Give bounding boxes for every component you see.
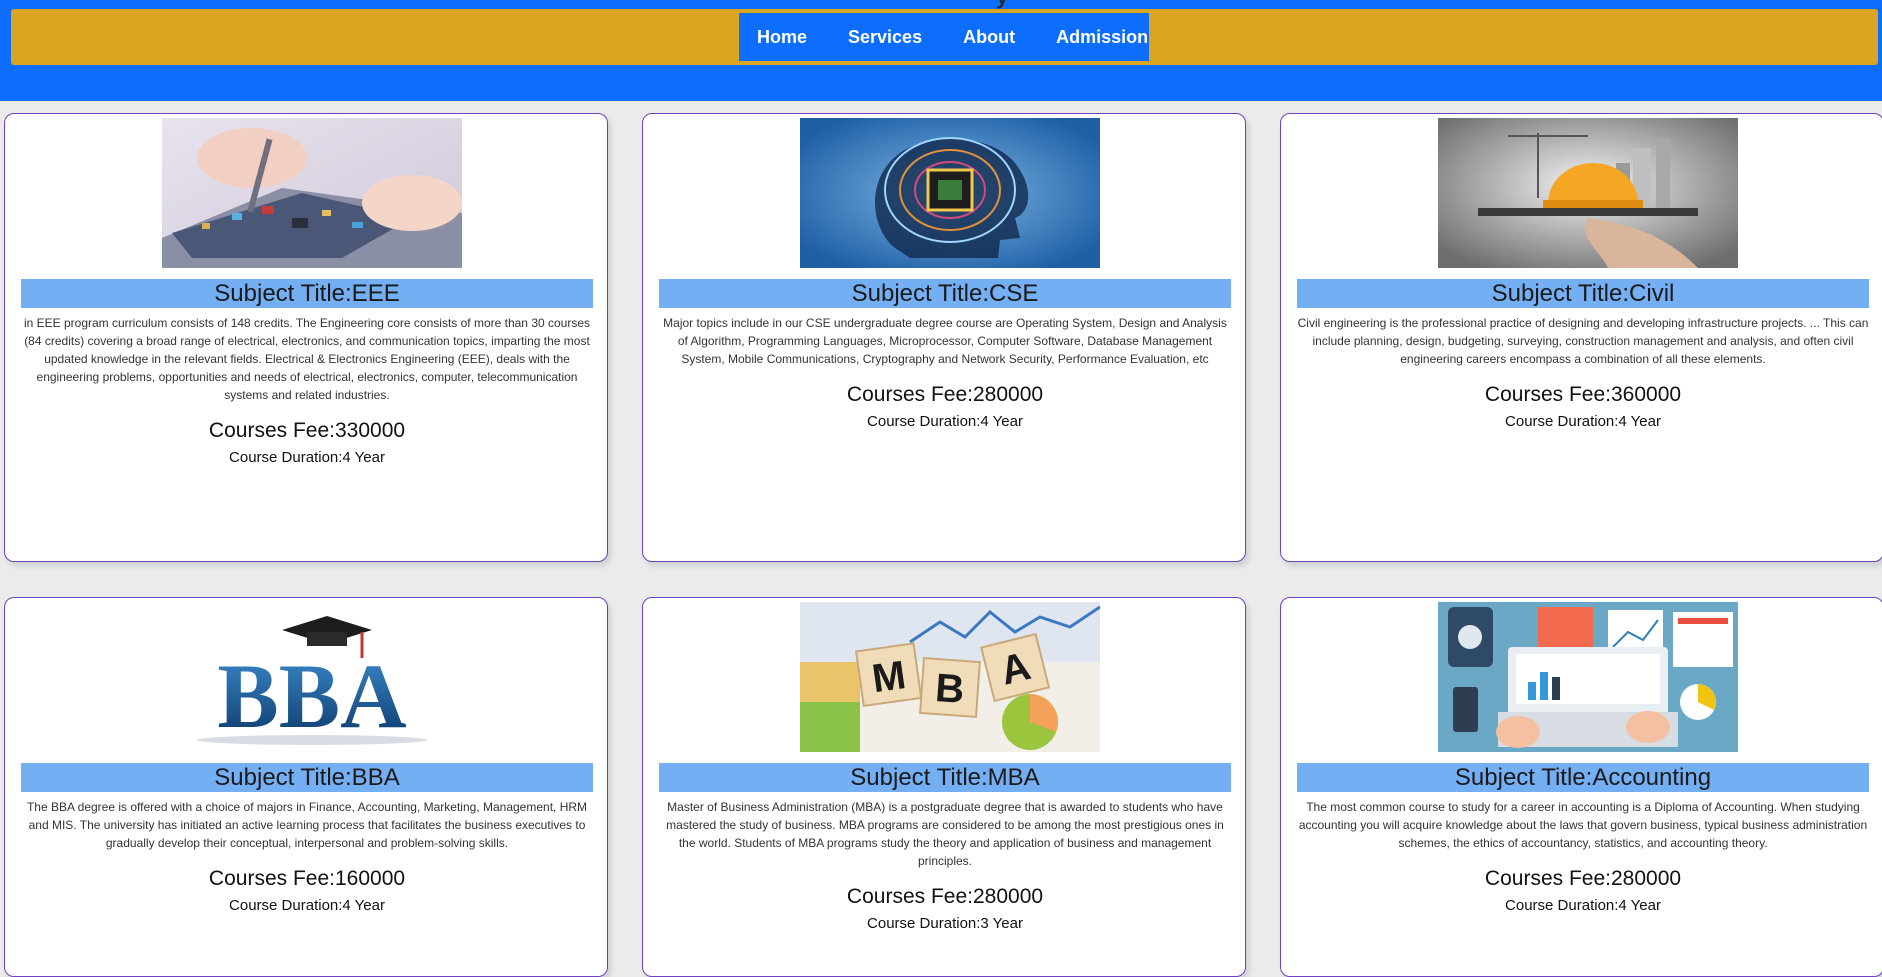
course-duration: Course Duration:4 Year: [229, 449, 385, 466]
course-fee: Courses Fee:280000: [846, 383, 1044, 406]
course-title: Subject Title:Civil: [1297, 279, 1869, 308]
course-info: The most common course to study for a ca…: [1297, 798, 1869, 916]
circuit-board-image: [162, 118, 462, 268]
course-duration: Course Duration:4 Year: [1505, 897, 1661, 914]
brain-chip-image: [800, 118, 1100, 268]
course-duration: Course Duration:4 Year: [1505, 413, 1661, 430]
course-fee: Courses Fee:280000: [846, 885, 1044, 908]
course-description: Master of Business Administration (MBA) …: [666, 800, 1224, 868]
course-title: Subject Title:Accounting: [1297, 763, 1869, 792]
course-card-bba: BBA Subject Title:BBA The BBA degree is …: [4, 597, 608, 977]
course-card-cse: Subject Title:CSE Major topics include i…: [642, 113, 1246, 562]
course-image-bba: BBA: [162, 602, 462, 752]
nav-link-services[interactable]: Services: [848, 27, 922, 48]
course-image-mba: M B A: [800, 602, 1100, 752]
course-duration: Course Duration:3 Year: [867, 915, 1023, 932]
course-info: Master of Business Administration (MBA) …: [659, 798, 1231, 934]
mba-block-letter-m: M: [869, 653, 908, 701]
bba-logo-text: BBA: [217, 645, 406, 747]
course-image-accounting: [1438, 602, 1738, 752]
course-card-accounting: Subject Title:Accounting The most common…: [1280, 597, 1882, 977]
course-card-civil: Subject Title:Civil Civil engineering is…: [1280, 113, 1882, 562]
course-image-civil: [1438, 118, 1738, 268]
course-info: in EEE program curriculum consists of 14…: [21, 314, 593, 468]
site-title-fragment: y: [996, 0, 1008, 8]
course-card-mba: M B A Subject Title:MBA Master of Busine…: [642, 597, 1246, 977]
course-description: The most common course to study for a ca…: [1298, 800, 1868, 850]
course-fee: Courses Fee:330000: [208, 419, 406, 442]
course-description: Civil engineering is the professional pr…: [1297, 316, 1869, 366]
construction-hand-image: [1438, 118, 1738, 268]
mba-blocks-image: M B A: [800, 602, 1100, 752]
course-fee: Courses Fee:360000: [1484, 383, 1682, 406]
course-description: Major topics include in our CSE undergra…: [663, 316, 1227, 366]
course-fee: Courses Fee:280000: [1484, 867, 1682, 890]
course-title: Subject Title:CSE: [659, 279, 1231, 308]
course-info: Major topics include in our CSE undergra…: [659, 314, 1231, 432]
course-image-cse: [800, 118, 1100, 268]
course-image-eee: [162, 118, 462, 268]
course-card-eee: Subject Title:EEE in EEE program curricu…: [4, 113, 608, 562]
nav-menu: Home Services About Admission: [739, 13, 1149, 61]
course-fee: Courses Fee:160000: [208, 867, 406, 890]
course-description: in EEE program curriculum consists of 14…: [23, 316, 591, 402]
course-title: Subject Title:MBA: [659, 763, 1231, 792]
course-duration: Course Duration:4 Year: [229, 897, 385, 914]
nav-link-about[interactable]: About: [963, 27, 1015, 48]
nav-link-admission[interactable]: Admission: [1056, 27, 1148, 48]
course-info: The BBA degree is offered with a choice …: [21, 798, 593, 916]
course-title: Subject Title:BBA: [21, 763, 593, 792]
bba-logo-image: BBA: [162, 602, 462, 752]
course-duration: Course Duration:4 Year: [867, 413, 1023, 430]
nav-link-home[interactable]: Home: [757, 27, 807, 48]
site-header: y Home Services About Admission: [0, 0, 1882, 101]
course-description: The BBA degree is offered with a choice …: [26, 800, 588, 850]
course-title: Subject Title:EEE: [21, 279, 593, 308]
mba-block-letter-b: B: [934, 666, 966, 712]
accounting-desk-image: [1438, 602, 1738, 752]
course-info: Civil engineering is the professional pr…: [1297, 314, 1869, 432]
